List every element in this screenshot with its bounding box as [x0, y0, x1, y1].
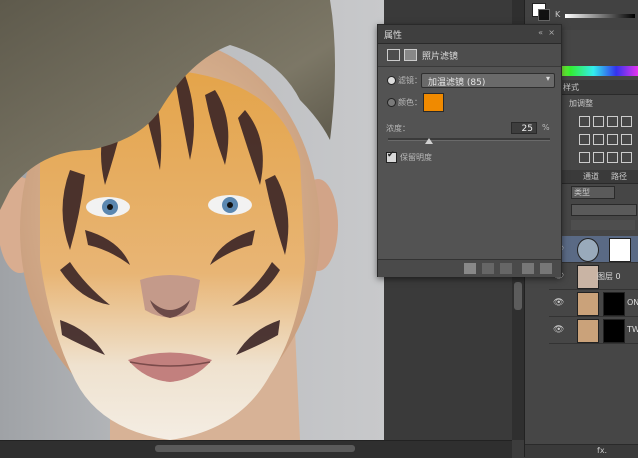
panel-type-label: 照片滤镜	[422, 52, 459, 62]
layers-list: 👁 👁 图层 0 👁 ON 👁 TW	[549, 236, 638, 346]
hue-icon[interactable]	[593, 134, 604, 145]
fx-button[interactable]: fx.	[597, 446, 607, 455]
check-icon: ✔	[387, 150, 395, 160]
density-label: 浓度：	[386, 124, 410, 133]
filter-select[interactable]: 加温滤镜 (85) ▾	[421, 73, 555, 88]
lock-row	[571, 220, 635, 230]
balance-icon[interactable]	[607, 134, 618, 145]
properties-panel: 属性 « × 照片滤镜 滤镜： 加温滤镜 (85) ▾ 颜色： 浓度： 25 %…	[377, 24, 562, 277]
k-label: K	[555, 10, 561, 19]
layer-row[interactable]: 👁	[549, 236, 638, 263]
layers-footer: fx.	[525, 444, 638, 458]
vibrance-icon[interactable]	[579, 134, 590, 145]
gradient-map-icon[interactable]	[621, 152, 632, 163]
invert-icon[interactable]	[579, 152, 590, 163]
properties-title: 属性	[384, 31, 403, 41]
exposure-icon[interactable]	[621, 116, 632, 127]
view-previous-icon[interactable]	[482, 263, 494, 274]
filter-label: 滤镜：	[398, 76, 422, 85]
close-icon[interactable]: ×	[548, 28, 555, 37]
tab-paths[interactable]: 路径	[611, 171, 627, 182]
curves-icon[interactable]	[607, 116, 618, 127]
dropdown-arrow-icon: ▾	[545, 74, 550, 83]
properties-title-bar[interactable]: 属性 « ×	[378, 25, 561, 44]
color-label: 颜色：	[398, 98, 422, 107]
filter-select-value: 加温滤镜 (85)	[428, 78, 486, 88]
levels-icon[interactable]	[593, 116, 604, 127]
reset-icon[interactable]	[500, 263, 512, 274]
preserve-luminosity-label: 保留明度	[400, 153, 432, 162]
mask-icon[interactable]	[404, 49, 417, 61]
blend-mode-select[interactable]	[571, 204, 637, 216]
vertical-scroll-thumb[interactable]	[514, 282, 522, 310]
adjustments-label: 加调整	[569, 99, 593, 108]
density-slider-thumb[interactable]	[424, 138, 433, 144]
layer-name: ON	[627, 298, 638, 307]
preserve-luminosity-checkbox[interactable]: ✔	[386, 150, 397, 163]
properties-footer	[378, 259, 561, 277]
eye-icon[interactable]: 👁	[553, 325, 564, 335]
brightness-icon[interactable]	[579, 116, 590, 127]
document-canvas[interactable]	[0, 0, 384, 440]
collapse-icon[interactable]: «	[538, 28, 543, 37]
layer-filter-select[interactable]: 类型	[571, 186, 615, 199]
horizontal-scroll-thumb[interactable]	[155, 445, 355, 452]
layer-thumbnail	[577, 319, 599, 343]
k-slider[interactable]	[565, 14, 635, 18]
trash-icon[interactable]	[540, 263, 552, 274]
eye-icon[interactable]: 👁	[553, 298, 564, 308]
background-color-swatch[interactable]	[538, 9, 550, 21]
density-input[interactable]: 25	[511, 122, 537, 134]
density-slider[interactable]	[388, 138, 550, 141]
tab-channels[interactable]: 通道	[583, 171, 599, 182]
layer-mask-thumbnail[interactable]	[603, 292, 625, 316]
bw-icon[interactable]	[621, 134, 632, 145]
canvas-image	[0, 0, 338, 440]
layer-filter-label: 类型	[574, 188, 590, 197]
adjustment-layer-icon	[577, 238, 599, 262]
density-unit: %	[542, 123, 550, 132]
adjustment-icon[interactable]	[387, 49, 400, 61]
layer-thumbnail	[577, 292, 599, 316]
layer-mask-thumbnail[interactable]	[603, 319, 625, 343]
layer-row[interactable]: 👁 TW	[549, 317, 638, 344]
posterize-icon[interactable]	[593, 152, 604, 163]
filter-radio[interactable]	[387, 76, 396, 85]
color-radio[interactable]	[387, 98, 396, 107]
color-swatch[interactable]	[423, 93, 444, 112]
clip-icon[interactable]	[464, 263, 476, 274]
properties-header: 照片滤镜	[378, 44, 561, 67]
visibility-icon[interactable]	[522, 263, 534, 274]
layer-name: 图层 0	[597, 272, 621, 281]
layer-row[interactable]: 👁 ON	[549, 290, 638, 317]
layer-mask-thumbnail[interactable]	[609, 238, 631, 262]
layer-row[interactable]: 👁 图层 0	[549, 263, 638, 290]
threshold-icon[interactable]	[607, 152, 618, 163]
layer-name: TW	[627, 325, 638, 334]
tab-styles[interactable]: 样式	[563, 82, 579, 93]
layer-thumbnail	[577, 265, 599, 289]
